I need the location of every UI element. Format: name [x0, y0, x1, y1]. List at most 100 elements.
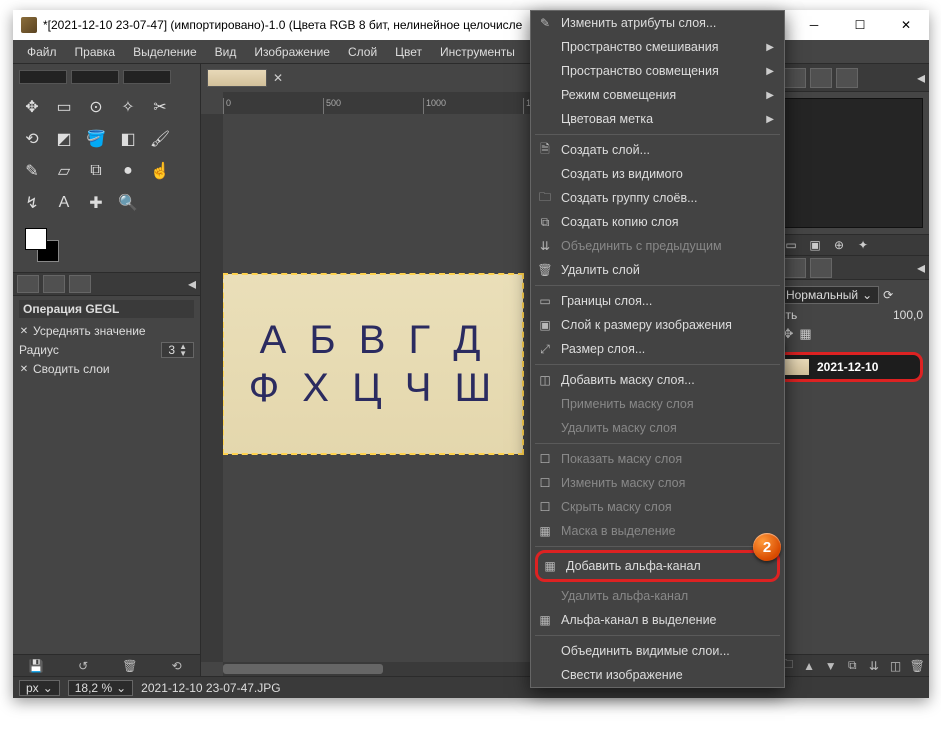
blend-mode-select[interactable]: Нормальный ⌄	[779, 286, 879, 304]
smudge-tool[interactable]: ☝	[147, 158, 173, 184]
left-dock-tabs[interactable]: ◂	[13, 272, 200, 296]
crop-tool[interactable]: ✂	[147, 94, 173, 120]
ctx-alpha-to-sel[interactable]: ▦Альфа-канал в выделение	[531, 608, 784, 632]
layer-name-label[interactable]: 2021-12-10	[817, 360, 878, 374]
mask-icon[interactable]: ◫	[888, 659, 904, 673]
ctx-new-group[interactable]: 🗀Создать группу слоёв...	[531, 186, 784, 210]
dock-menu-icon[interactable]: ◂	[917, 258, 925, 278]
bucket-tool[interactable]: 🪣	[83, 126, 109, 152]
ctx-color-tag[interactable]: Цветовая метка▶	[531, 107, 784, 131]
menu-color[interactable]: Цвет	[387, 43, 430, 61]
toolbox-preview	[19, 70, 67, 84]
close-button[interactable]: ✕	[883, 10, 929, 40]
ctx-edit-attrs[interactable]: ✎Изменить атрибуты слоя...	[531, 11, 784, 35]
menu-view[interactable]: Вид	[207, 43, 245, 61]
menu-image[interactable]: Изображение	[246, 43, 338, 61]
ctx-blend-space[interactable]: Пространство смешивания▶	[531, 35, 784, 59]
gradient-tool[interactable]: ◧	[115, 126, 141, 152]
menubar[interactable]: Файл Правка Выделение Вид Изображение Сл…	[13, 40, 929, 64]
move-tool[interactable]: ✥	[19, 94, 45, 120]
zoom-in-icon[interactable]: ⊕	[830, 237, 848, 253]
layer-context-menu[interactable]: ✎Изменить атрибуты слоя... Пространство …	[530, 10, 785, 688]
ctx-blend-ranges[interactable]: Пространство совмещения▶	[531, 59, 784, 83]
minimize-button[interactable]: ─	[791, 10, 837, 40]
handwriting-row: Ф Х Ц Ч Ш	[249, 364, 497, 412]
submenu-arrow-icon: ▶	[766, 114, 774, 125]
opacity-value[interactable]: 100,0	[893, 308, 923, 322]
delete-layer-icon[interactable]: 🗑	[909, 659, 925, 673]
fg-color[interactable]	[25, 228, 47, 250]
dock-tab[interactable]	[69, 275, 91, 293]
canvas-image[interactable]: А Б В Г Д Ф Х Ц Ч Ш	[223, 274, 523, 454]
dock-tab[interactable]	[17, 275, 39, 293]
ctx-layer-size[interactable]: ⤢Размер слоя...	[531, 337, 784, 361]
history-tab-icon[interactable]	[836, 68, 858, 88]
zoom-tool[interactable]: 🔍	[115, 190, 141, 216]
image-tab[interactable]	[207, 69, 267, 87]
titlebar[interactable]: *[2021-12-10 23-07-47] (импортировано)-1…	[13, 10, 929, 40]
clone-tool[interactable]: ⧉	[83, 158, 109, 184]
ctx-to-image-size[interactable]: ▣Слой к размеру изображения	[531, 313, 784, 337]
path-tool[interactable]: ↯	[19, 190, 45, 216]
menu-edit[interactable]: Правка	[67, 43, 124, 61]
ctx-add-mask[interactable]: ◫Добавить маску слоя...	[531, 368, 784, 392]
ctx-duplicate[interactable]: ⧉Создать копию слоя	[531, 210, 784, 234]
paths-tab-icon[interactable]	[810, 258, 832, 278]
rotate-tool[interactable]: ⟲	[19, 126, 45, 152]
raise-layer-icon[interactable]: ▲	[801, 659, 817, 673]
save-icon[interactable]: 💾	[27, 659, 45, 673]
checkbox-icon[interactable]: ✕	[19, 364, 29, 374]
wand-tool[interactable]: ✧	[115, 94, 141, 120]
ctx-new-layer[interactable]: 🗎Создать слой...	[531, 138, 784, 162]
brush-tool[interactable]: 🖌	[147, 126, 173, 152]
ctx-delete[interactable]: 🗑Удалить слой	[531, 258, 784, 282]
menu-layer[interactable]: Слой	[340, 43, 385, 61]
duplicate-layer-icon[interactable]: ⧉	[845, 658, 861, 673]
scrollbar-thumb[interactable]	[223, 664, 383, 674]
rect-select-tool[interactable]: ▭	[51, 94, 77, 120]
ctx-composite-mode[interactable]: Режим совмещения▶	[531, 83, 784, 107]
reset-mode-icon[interactable]: ⟳	[883, 288, 893, 302]
menu-select[interactable]: Выделение	[125, 43, 205, 61]
delete-icon[interactable]: 🗑	[121, 659, 139, 673]
reset-icon[interactable]: ⟲	[168, 659, 186, 673]
pattern-tab-icon[interactable]	[784, 68, 806, 88]
ruler-vertical[interactable]	[201, 114, 223, 662]
lower-layer-icon[interactable]: ▼	[823, 659, 839, 673]
ctx-merge-visible[interactable]: Объединить видимые слои...	[531, 639, 784, 663]
revert-icon[interactable]: ↺	[74, 659, 92, 673]
text-tool[interactable]: A	[51, 190, 77, 216]
separator	[535, 635, 780, 636]
chevron-down-icon: ⌄	[43, 681, 53, 695]
dock-tab[interactable]	[43, 275, 65, 293]
ctx-flatten[interactable]: Свести изображение	[531, 663, 784, 687]
menu-tools[interactable]: Инструменты	[432, 43, 523, 61]
eraser-tool[interactable]: ▱	[51, 158, 77, 184]
warp-tool[interactable]: ◩	[51, 126, 77, 152]
dock-menu-icon[interactable]: ◂	[188, 274, 196, 294]
menu-file[interactable]: Файл	[19, 43, 65, 61]
channels-tab-icon[interactable]	[784, 258, 806, 278]
opt-flatten[interactable]: Сводить слои	[33, 362, 110, 376]
lock-alpha-icon[interactable]: ▦	[799, 326, 811, 342]
heal-tool[interactable]: ✚	[83, 190, 109, 216]
pencil-tool[interactable]: ✎	[19, 158, 45, 184]
unit-select[interactable]: px ⌄	[19, 680, 60, 696]
color-swatches[interactable]	[25, 228, 69, 268]
zoom-select[interactable]: 18,2 % ⌄	[68, 680, 133, 696]
maximize-button[interactable]: ☐	[837, 10, 883, 40]
opt-average[interactable]: Усреднять значение	[33, 324, 146, 338]
lasso-tool[interactable]: ⊙	[83, 94, 109, 120]
merge-layer-icon[interactable]: ⇊	[866, 659, 882, 673]
tab-close-icon[interactable]: ✕	[273, 71, 283, 85]
zoom-fit-icon[interactable]: ▣	[806, 237, 824, 253]
radius-spinner[interactable]: 3▲▼	[161, 342, 194, 358]
ctx-add-alpha[interactable]: 2 ▦Добавить альфа-канал	[535, 550, 780, 582]
font-tab-icon[interactable]	[810, 68, 832, 88]
ctx-new-from-visible[interactable]: Создать из видимого	[531, 162, 784, 186]
blur-tool[interactable]: ●	[115, 158, 141, 184]
checkbox-icon[interactable]: ✕	[19, 326, 29, 336]
gear-icon[interactable]: ✦	[854, 237, 872, 253]
dock-menu-icon[interactable]: ◂	[917, 68, 925, 88]
ctx-boundary[interactable]: ▭Границы слоя...	[531, 289, 784, 313]
